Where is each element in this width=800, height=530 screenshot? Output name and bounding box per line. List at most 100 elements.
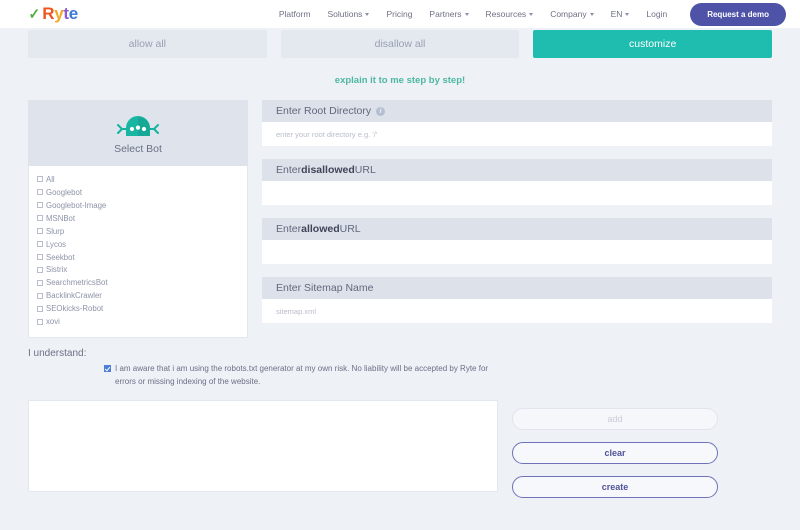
bot-list-item-label: BacklinkCrawler	[46, 291, 102, 301]
nav-item-platform[interactable]: Platform	[279, 9, 311, 19]
request-demo-button[interactable]: Request a demo	[690, 2, 786, 26]
checkbox-icon[interactable]	[37, 176, 43, 183]
disclaimer-checkbox[interactable]	[104, 364, 111, 372]
checkbox-icon[interactable]	[37, 319, 43, 326]
nav-item-solutions[interactable]: Solutions	[327, 9, 370, 19]
checkbox-icon[interactable]	[37, 202, 43, 209]
info-icon[interactable]: i	[376, 106, 386, 116]
bot-list-item-label: xovi	[46, 317, 60, 327]
bot-list-item-label: SearchmetricsBot	[46, 278, 108, 288]
logo-letter-y: y	[54, 4, 64, 23]
bot-list-item[interactable]: Googlebot	[37, 186, 239, 199]
checkmark-icon: ✓	[28, 6, 40, 23]
bot-list-item[interactable]: Lycos	[37, 238, 239, 251]
robots-txt-output-textarea[interactable]	[28, 399, 498, 492]
chevron-down-icon	[529, 12, 534, 16]
bot-list-item[interactable]: Sistrix	[37, 264, 239, 277]
nav-item-language[interactable]: EN	[611, 9, 630, 19]
nav-label: Solutions	[327, 9, 363, 19]
chevron-down-icon	[365, 12, 370, 16]
field-label-emphasis: allowed	[301, 223, 340, 235]
nav-label: Pricing	[386, 9, 413, 19]
bot-list-item-label: All	[46, 174, 55, 184]
checkbox-icon[interactable]	[37, 306, 43, 313]
field-label-suffix: URL	[354, 164, 376, 176]
chevron-down-icon	[464, 12, 469, 16]
bot-list-item[interactable]: BacklinkCrawler	[37, 290, 239, 303]
field-label: Enter disallowed URL	[262, 159, 772, 181]
checkbox-icon[interactable]	[37, 228, 43, 235]
top-navigation-bar: ✓ Ry t e Platform Solutions Pricing Partner…	[0, 0, 800, 28]
bot-list-item[interactable]: Slurp	[37, 225, 239, 238]
field-sitemap-name: Enter Sitemap Name sitemap.xml	[262, 277, 772, 323]
bot-checkbox-list: All Googlebot Googlebot-Image MSNBot Slu…	[28, 166, 248, 338]
logo-letter-e: e	[68, 4, 78, 23]
checkbox-icon[interactable]	[37, 293, 43, 300]
bot-list-item-label: SEOkicks-Robot	[46, 304, 104, 314]
bot-list-item[interactable]: All	[37, 173, 239, 186]
mode-selector: allow all disallow all customize	[28, 28, 773, 58]
chevron-down-icon	[589, 12, 594, 16]
bot-list-item[interactable]: Seekbot	[37, 251, 239, 264]
form-fields-panel: Enter Root Directory i enter your root d…	[262, 100, 772, 336]
checkbox-icon[interactable]	[37, 215, 43, 222]
bot-list-item-label: Slurp	[46, 226, 65, 236]
disallowed-url-input[interactable]	[262, 181, 772, 205]
explain-step-by-step-link[interactable]: explain it to me step by step!	[28, 75, 772, 86]
field-label: Enter allowed URL	[262, 218, 772, 240]
bot-list-item[interactable]: SearchmetricsBot	[37, 277, 239, 290]
field-disallowed-url: Enter disallowed URL	[262, 159, 772, 205]
nav-item-login[interactable]: Login	[646, 9, 667, 19]
bot-list-item[interactable]: Googlebot-Image	[37, 199, 239, 212]
bot-selector-title: Select Bot	[114, 142, 162, 155]
nav-label: Company	[550, 9, 587, 19]
mode-disallow-all-button[interactable]: disallow all	[280, 30, 520, 58]
allowed-url-input[interactable]	[262, 240, 772, 264]
bot-list-item[interactable]: SEOkicks-Robot	[37, 303, 239, 316]
nav-label: Login	[646, 9, 668, 19]
nav-label: Resources	[485, 9, 527, 19]
main-nav: Platform Solutions Pricing Partners Reso…	[279, 2, 786, 26]
field-label-prefix: Enter	[276, 164, 302, 176]
field-label: Enter Root Directory i	[262, 100, 772, 122]
nav-item-pricing[interactable]: Pricing	[386, 9, 412, 19]
nav-item-company[interactable]: Company	[550, 9, 594, 19]
bot-selector-header: Select Bot	[28, 100, 248, 166]
ryte-logo[interactable]: ✓ Ry t e	[28, 4, 79, 24]
field-label-prefix: Enter	[276, 223, 302, 235]
nav-item-resources[interactable]: Resources	[486, 9, 534, 19]
checkbox-icon[interactable]	[37, 254, 43, 261]
nav-label: Partners	[429, 9, 462, 19]
mode-allow-all-button[interactable]: allow all	[28, 30, 267, 58]
disclaimer-label: I understand:	[28, 347, 87, 359]
clear-button[interactable]: clear	[512, 441, 718, 464]
bot-list-item-label: Seekbot	[46, 252, 75, 262]
root-directory-input[interactable]: enter your root directory e.g. '/'	[262, 122, 772, 146]
chevron-down-icon	[625, 12, 630, 16]
bot-list-item-label: MSNBot	[46, 213, 76, 223]
bot-list-item[interactable]: xovi	[37, 316, 239, 329]
field-label-text: Enter Root Directory	[276, 105, 372, 117]
field-label: Enter Sitemap Name	[262, 277, 772, 299]
checkbox-icon[interactable]	[37, 280, 43, 287]
action-buttons: add clear create	[512, 400, 718, 498]
checkbox-icon[interactable]	[37, 189, 43, 196]
output-and-actions: add clear create	[28, 399, 772, 498]
nav-label: Platform	[278, 9, 311, 19]
bot-list-item[interactable]: MSNBot	[37, 212, 239, 225]
nav-label: EN	[610, 9, 623, 19]
disclaimer-text: I am aware that i am using the robots.tx…	[115, 363, 489, 386]
bot-list-item-label: Sistrix	[46, 265, 68, 275]
sitemap-name-input[interactable]: sitemap.xml	[262, 299, 772, 323]
checkbox-icon[interactable]	[37, 241, 43, 248]
field-label-text: Enter Sitemap Name	[276, 282, 374, 294]
logo-letter-r: R	[42, 4, 55, 23]
mode-customize-button[interactable]: customize	[533, 30, 773, 58]
generator-content: Select Bot All Googlebot Googlebot-Image	[28, 100, 772, 338]
field-label-emphasis: disallowed	[301, 164, 355, 176]
nav-item-partners[interactable]: Partners	[429, 9, 469, 19]
create-button[interactable]: create	[512, 475, 718, 498]
field-root-directory: Enter Root Directory i enter your root d…	[262, 100, 772, 146]
add-button[interactable]: add	[512, 407, 718, 430]
checkbox-icon[interactable]	[37, 267, 43, 274]
